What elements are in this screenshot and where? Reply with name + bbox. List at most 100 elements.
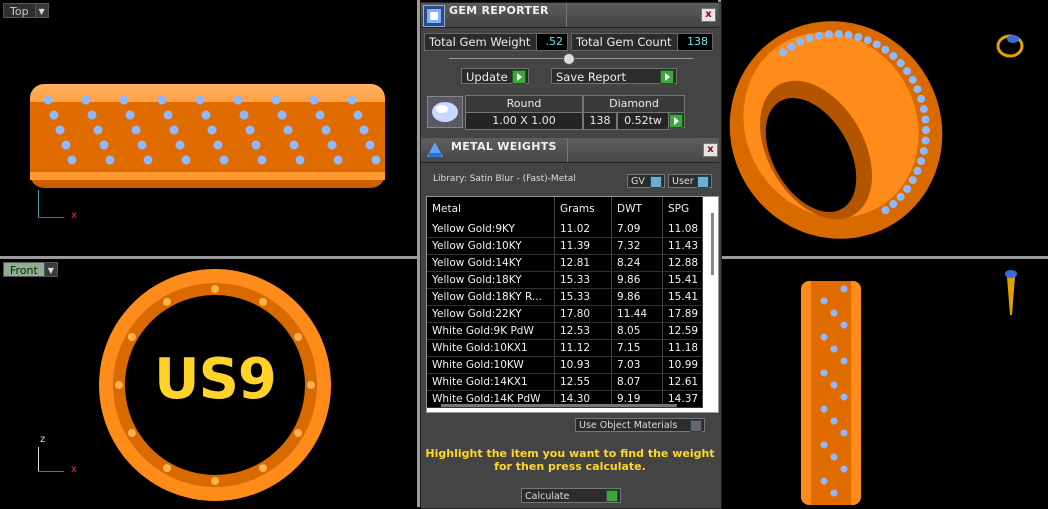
- bolt-dot: [127, 333, 136, 341]
- gem-reporter-icon: [423, 5, 445, 27]
- front-viewport[interactable]: US9 Front ▼ z x: [0, 259, 417, 507]
- play-icon: [660, 70, 674, 84]
- gem-stone: [908, 75, 917, 84]
- gem-stone: [353, 110, 363, 120]
- gem-stone: [840, 429, 848, 437]
- total-gem-count-value: 138: [677, 33, 713, 51]
- gem-stone: [830, 489, 838, 497]
- gem-stone: [213, 140, 223, 150]
- metal-name-cell: Yellow Gold:18KY R...: [427, 289, 555, 305]
- close-icon[interactable]: x: [703, 143, 718, 157]
- gem-size-cell: 1.00 X 1.00: [465, 112, 583, 130]
- checkbox-icon: [650, 176, 662, 188]
- gem-stone: [889, 52, 898, 61]
- bolt-dot: [163, 464, 171, 473]
- spg-cell: 12.59: [663, 323, 703, 339]
- gem-stone: [87, 110, 97, 120]
- use-object-materials-toggle[interactable]: Use Object Materials: [575, 418, 705, 432]
- table-row[interactable]: White Gold:14KX1 12.55 8.07 12.61: [427, 374, 703, 391]
- gem-stone: [820, 297, 828, 305]
- chevron-down-icon[interactable]: ▼: [44, 262, 58, 277]
- gem-stone: [93, 125, 103, 135]
- table-row[interactable]: Yellow Gold:10KY 11.39 7.32 11.43: [427, 238, 703, 255]
- top-viewport[interactable]: Top ▼ x: [0, 0, 417, 256]
- gem-stone: [844, 30, 853, 39]
- library-label: Library: Satin Blur - (Fast)-Metal: [433, 174, 576, 184]
- gem-stone: [55, 125, 65, 135]
- ring-side-icon[interactable]: [999, 267, 1023, 319]
- bolt-dot: [115, 381, 123, 389]
- gem-stone: [277, 110, 287, 120]
- slider-track[interactable]: [449, 53, 693, 65]
- slider-handle[interactable]: [563, 53, 575, 65]
- update-button[interactable]: Update: [461, 68, 529, 84]
- front-viewport-tag[interactable]: Front ▼: [3, 262, 58, 277]
- spg-cell: 11.18: [663, 340, 703, 356]
- gem-stone: [881, 206, 890, 215]
- gem-stone: [903, 184, 912, 193]
- column-dwt[interactable]: DWT: [612, 197, 663, 221]
- gem-stone: [175, 140, 185, 150]
- user-toggle[interactable]: User: [668, 174, 712, 188]
- gem-stone: [919, 105, 928, 114]
- table-row[interactable]: White Gold:9K PdW 12.53 8.05 12.59: [427, 323, 703, 340]
- viewport-label: Top: [3, 3, 36, 18]
- table-row[interactable]: Yellow Gold:9KY 11.02 7.09 11.08: [427, 221, 703, 238]
- save-report-button[interactable]: Save Report: [551, 68, 677, 84]
- bolt-dot: [211, 285, 219, 293]
- spg-cell: 12.88: [663, 255, 703, 271]
- table-row[interactable]: White Gold:10KW 10.93 7.03 10.99: [427, 357, 703, 374]
- gem-stone: [921, 136, 930, 145]
- top-viewport-tag[interactable]: Top ▼: [3, 3, 49, 18]
- chevron-down-icon[interactable]: ▼: [35, 3, 49, 18]
- grams-cell: 12.81: [555, 255, 612, 271]
- gem-stone: [49, 110, 59, 120]
- column-spg[interactable]: SPG: [663, 197, 703, 221]
- gem-stone: [840, 285, 848, 293]
- gem-reporter-titlebar[interactable]: GEM REPORTER x: [421, 3, 719, 28]
- gem-stone: [820, 477, 828, 485]
- table-row[interactable]: White Gold:10KX1 11.12 7.15 11.18: [427, 340, 703, 357]
- column-metal[interactable]: Metal: [427, 197, 555, 221]
- axis-x-label: x: [71, 210, 77, 221]
- right-viewport[interactable]: [721, 259, 1048, 507]
- metal-weights-titlebar[interactable]: METAL WEIGHTS x: [421, 138, 719, 163]
- column-grams[interactable]: Grams: [555, 197, 612, 221]
- calculate-button[interactable]: Calculate: [521, 488, 621, 503]
- gem-stone: [820, 333, 828, 341]
- gem-stone: [347, 95, 357, 105]
- gem-stone: [922, 126, 930, 134]
- gem-stone: [863, 36, 872, 45]
- gem-preview-thumb[interactable]: [427, 96, 463, 128]
- gv-toggle[interactable]: GV: [627, 174, 665, 188]
- ring-engraving: US9: [154, 347, 277, 412]
- vertical-scrollbar[interactable]: [711, 213, 714, 275]
- gem-stone: [779, 48, 788, 57]
- dwt-cell: 7.15: [612, 340, 663, 356]
- gem-stone: [896, 59, 905, 68]
- gem-row-go-button[interactable]: [669, 112, 685, 128]
- viewport-label: Front: [3, 262, 45, 277]
- table-row[interactable]: Yellow Gold:18KY R... 15.33 9.86 15.41: [427, 289, 703, 306]
- total-gem-count-label: Total Gem Count: [571, 33, 681, 51]
- table-row[interactable]: Yellow Gold:18KY 15.33 9.86 15.41: [427, 272, 703, 289]
- gem-stone: [830, 453, 838, 461]
- gem-stone: [820, 405, 828, 413]
- spg-cell: 12.61: [663, 374, 703, 390]
- horizontal-scrollbar[interactable]: [441, 404, 677, 407]
- gem-stone: [830, 381, 838, 389]
- bolt-dot: [163, 297, 171, 306]
- dwt-cell: 9.86: [612, 289, 663, 305]
- gem-stone: [840, 357, 848, 365]
- save-report-label: Save Report: [556, 70, 627, 84]
- ring-perspective-icon[interactable]: [993, 26, 1029, 62]
- perspective-viewport[interactable]: [721, 0, 1048, 256]
- table-row[interactable]: Yellow Gold:14KY 12.81 8.24 12.88: [427, 255, 703, 272]
- metal-weights-table[interactable]: Metal Grams DWT SPG Yellow Gold:9KY 11.02…: [426, 196, 719, 413]
- dwt-cell: 7.03: [612, 357, 663, 373]
- axis-z-label: z: [40, 434, 46, 445]
- grams-cell: 10.93: [555, 357, 612, 373]
- close-icon[interactable]: x: [701, 8, 716, 22]
- gem-stone: [796, 37, 805, 46]
- table-row[interactable]: Yellow Gold:22KY 17.80 11.44 17.89: [427, 306, 703, 323]
